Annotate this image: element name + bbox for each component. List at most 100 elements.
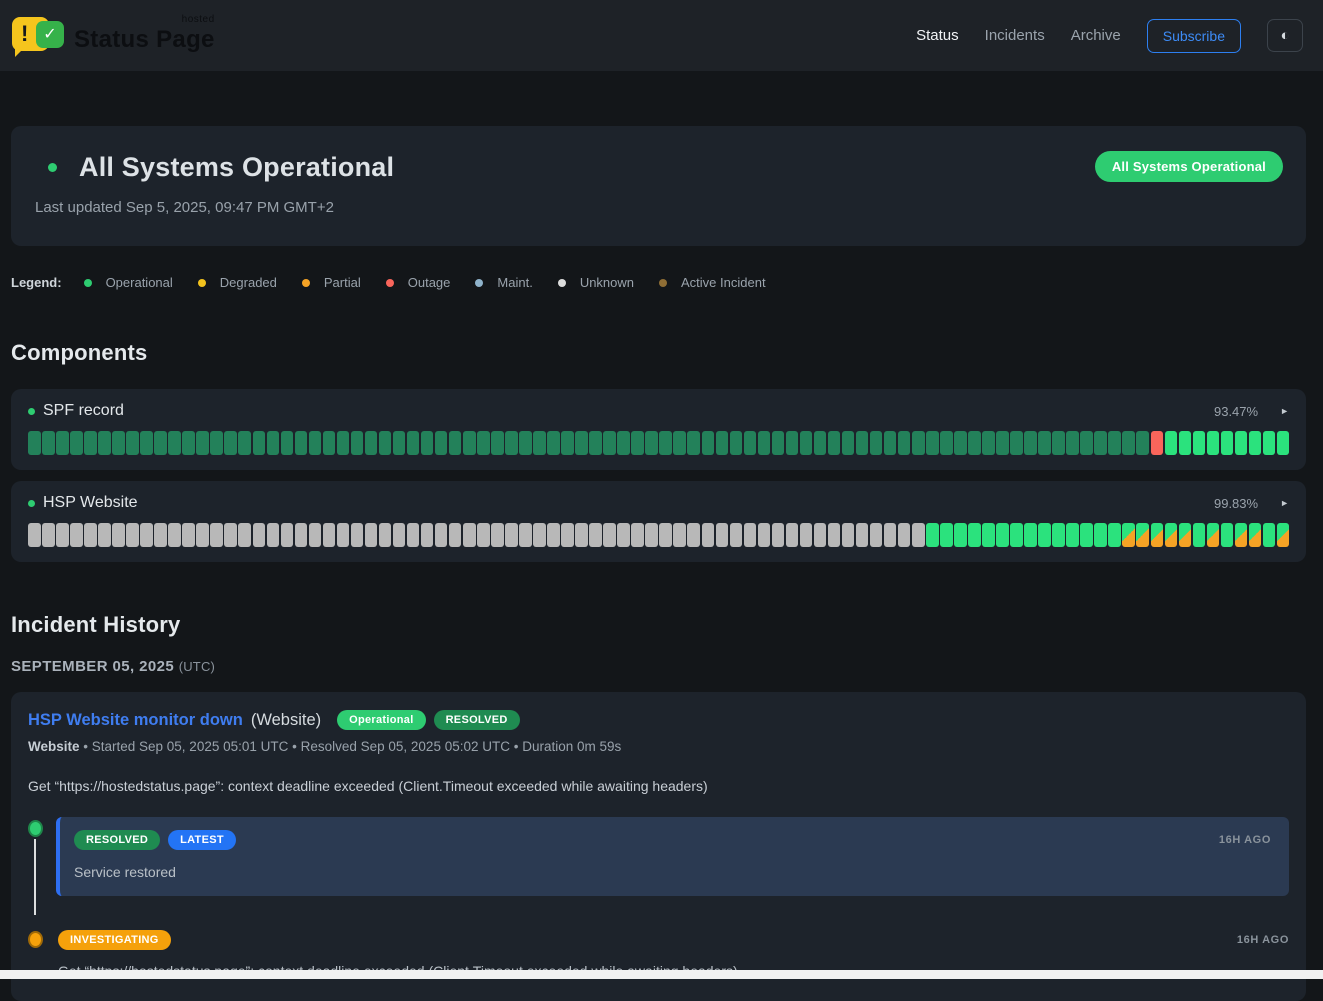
uptime-bar-cell (954, 523, 967, 547)
uptime-bar-cell (140, 431, 153, 455)
uptime-bar-track (28, 523, 1289, 547)
uptime-bar-cell (1024, 431, 1037, 455)
legend-dot-icon (84, 279, 92, 287)
legend-item-label: Unknown (580, 275, 634, 290)
uptime-bar-cell (814, 431, 827, 455)
subscribe-button[interactable]: Subscribe (1147, 19, 1241, 53)
uptime-bar-cell (1277, 523, 1290, 547)
uptime-bar-cell (1052, 523, 1065, 547)
uptime-bar-cell (28, 523, 41, 547)
component-header-row[interactable]: HSP Website99.83%► (28, 494, 1289, 512)
legend-item-active-incident: Active Incident (659, 275, 766, 290)
uptime-bar-cell (982, 523, 995, 547)
incident-title-suffix: (Website) (251, 711, 321, 730)
legend-item-label: Active Incident (681, 275, 766, 290)
timeline-timestamp: 16H AGO (1237, 934, 1289, 946)
uptime-bar-cell (463, 431, 476, 455)
uptime-bar-cell (842, 431, 855, 455)
uptime-bar-cell (267, 523, 280, 547)
uptime-bar-cell (730, 431, 743, 455)
uptime-bar-cell (589, 523, 602, 547)
uptime-bar-cell (70, 431, 83, 455)
uptime-bar-cell (758, 431, 771, 455)
uptime-bar-cell (491, 523, 504, 547)
uptime-bar-cell (154, 523, 167, 547)
component-name: SPF record (43, 402, 124, 420)
incident-title-link[interactable]: HSP Website monitor down (28, 711, 243, 730)
uptime-bar-cell (42, 523, 55, 547)
legend: Legend: OperationalDegradedPartialOutage… (11, 275, 1306, 290)
uptime-bar-cell (1052, 431, 1065, 455)
uptime-bar-cell (168, 523, 181, 547)
uptime-bar-cell (1080, 523, 1093, 547)
timeline-status-badge: RESOLVED (74, 830, 160, 850)
theme-toggle-button[interactable]: ◐ (1267, 19, 1303, 52)
uptime-bar-cell (1066, 523, 1079, 547)
uptime-bar-cell (800, 523, 813, 547)
uptime-bar-cell (295, 523, 308, 547)
uptime-bar-cell (253, 523, 266, 547)
legend-item-maint-: Maint. (475, 275, 532, 290)
incident-card: HSP Website monitor down (Website) Opera… (11, 692, 1306, 1001)
component-card-spf-record: SPF record 93.47% ► (11, 389, 1306, 470)
components-list: SPF record93.47%►HSP Website99.83%► (11, 389, 1306, 562)
uptime-bar-cell (575, 523, 588, 547)
uptime-bar-cell (309, 431, 322, 455)
legend-label: Legend: (11, 275, 62, 290)
uptime-bar-cell (281, 431, 294, 455)
uptime-bar-cell (1136, 431, 1149, 455)
legend-items: OperationalDegradedPartialOutageMaint.Un… (84, 275, 791, 290)
uptime-bar-cell (1179, 431, 1192, 455)
uptime-bar-cell (491, 431, 504, 455)
expand-arrow-icon[interactable]: ► (1280, 498, 1289, 508)
uptime-bar-cell (351, 431, 364, 455)
uptime-bar-cell (323, 431, 336, 455)
uptime-bar-cell (477, 431, 490, 455)
legend-item-label: Partial (324, 275, 361, 290)
expand-arrow-icon[interactable]: ► (1280, 406, 1289, 416)
uptime-bar-cell (1122, 523, 1135, 547)
nav-link-incidents[interactable]: Incidents (985, 27, 1045, 44)
uptime-bar-cell (1151, 431, 1164, 455)
brand[interactable]: ! ✓ hosted Status Page (12, 14, 215, 58)
uptime-bar-cell (1108, 431, 1121, 455)
timeline-timestamp: 16H AGO (1219, 834, 1271, 846)
uptime-bar-cell (519, 523, 532, 547)
component-uptime-percent: 93.47% (1214, 404, 1258, 419)
uptime-bar-cell (112, 431, 125, 455)
uptime-bar-cell (940, 431, 953, 455)
overall-status-title: All Systems Operational (79, 152, 394, 183)
overall-status-card: All Systems Operational Last updated Sep… (11, 126, 1306, 246)
legend-item-unknown: Unknown (558, 275, 634, 290)
component-status-dot (28, 408, 35, 415)
uptime-bar-cell (744, 431, 757, 455)
top-header: ! ✓ hosted Status Page Status Incidents Ar… (0, 0, 1323, 71)
component-card-hsp-website: HSP Website99.83%► (11, 481, 1306, 562)
nav-links: Status Incidents Archive (916, 27, 1121, 44)
uptime-bar-cell (407, 431, 420, 455)
uptime-bar-cell (267, 431, 280, 455)
component-header-row[interactable]: SPF record 93.47% ► (28, 402, 1289, 420)
incident-date-timezone: (UTC) (179, 659, 215, 674)
uptime-bar-cell (1193, 431, 1206, 455)
uptime-bar-cell (1235, 523, 1248, 547)
timeline-status-dot (28, 820, 43, 837)
uptime-bar-cell (1207, 431, 1220, 455)
uptime-bar-cell (449, 523, 462, 547)
legend-dot-icon (386, 279, 394, 287)
uptime-bar-cell (547, 523, 560, 547)
incident-meta-detail: • Started Sep 05, 2025 05:01 UTC • Resol… (80, 739, 622, 754)
uptime-bar-cell (659, 523, 672, 547)
uptime-bar-cell (1193, 523, 1206, 547)
uptime-bar-cell (505, 523, 518, 547)
uptime-bar-cell (1066, 431, 1079, 455)
component-uptime-percent: 99.83% (1214, 496, 1258, 511)
uptime-bar-cell (84, 523, 97, 547)
nav-link-archive[interactable]: Archive (1071, 27, 1121, 44)
uptime-bar-cell (772, 523, 785, 547)
nav-link-status[interactable]: Status (916, 27, 959, 44)
uptime-bar-cell (898, 431, 911, 455)
uptime-bar-cell (84, 431, 97, 455)
timeline-latest-box: RESOLVEDLATEST16H AGOService restored (56, 817, 1289, 896)
uptime-bar-cell (758, 523, 771, 547)
